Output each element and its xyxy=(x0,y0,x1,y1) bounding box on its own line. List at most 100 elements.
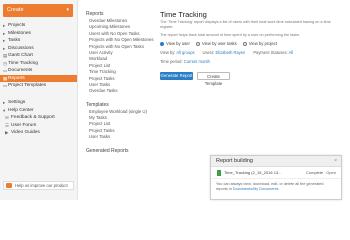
sidebar-item-projects[interactable]: ▸ Projects xyxy=(0,22,77,30)
sidebar-item-label: Tasks xyxy=(8,38,21,43)
panel-title: Report building xyxy=(216,158,253,164)
radio-label: View by project xyxy=(248,41,278,46)
discussions-icon: ▸ xyxy=(3,45,6,51)
feedback-icon xyxy=(6,183,12,188)
sidebar-item-reports[interactable]: ▦ Reports xyxy=(0,74,77,82)
open-file-link[interactable]: Open xyxy=(326,167,336,179)
radio-label: View by user xyxy=(166,41,190,46)
user-filter[interactable]: Users: Elizabeth Rayen xyxy=(203,50,246,55)
sidebar-item-label: Project Templates xyxy=(8,83,47,88)
radio-view-by-project[interactable]: View by project xyxy=(242,41,278,46)
sidebar-item-label: Settings xyxy=(8,100,26,105)
sidebar-item-label: Reports xyxy=(8,75,25,81)
sidebar-nav: ▸ Projects ▸ Milestones ▸ Tasks ▸ Discussion… xyxy=(0,22,77,90)
sidebar-item-video-guides[interactable]: ▶ Video Guides xyxy=(0,129,77,137)
project-templates-icon: ▭ xyxy=(3,83,8,88)
reports-icon: ▦ xyxy=(3,75,8,81)
sidebar-item-label: Time Tracking xyxy=(8,60,38,66)
view-mode-group: View by user View by user tasks View by … xyxy=(160,41,345,46)
action-buttons: Generate Report Create Template xyxy=(160,72,345,86)
radio-unchecked-icon xyxy=(195,41,200,46)
radio-label: View by user tasks xyxy=(201,41,237,46)
generated-reports-title[interactable]: Generated Reports xyxy=(86,147,152,155)
documents-icon: ▭ xyxy=(3,68,8,73)
main-content: Time Tracking The 'Time Tracking' report… xyxy=(160,10,345,86)
reports-column: Reports Overdue Milestones Upcoming Mile… xyxy=(86,10,153,155)
view-by-filter[interactable]: View by: All groups xyxy=(160,50,195,55)
video-icon: ▶ xyxy=(5,130,9,135)
view-by-label: View by: xyxy=(160,50,176,55)
help-improve-label: Help us improve our product xyxy=(15,183,68,188)
filters-row: View by: All groups Users: Elizabeth Ray… xyxy=(160,50,345,55)
user-value: Elizabeth Rayen xyxy=(215,50,246,55)
time-period-filter[interactable]: Time period: Current month xyxy=(160,59,210,64)
radio-view-by-user-tasks[interactable]: View by user tasks xyxy=(195,41,237,46)
sidebar: Create ▾ ▸ Projects ▸ Milestones ▸ Tasks ▸ D… xyxy=(0,0,78,200)
payment-filter[interactable]: Payment Statuses: All xyxy=(253,50,293,55)
sidebar-item-discussions[interactable]: ▸ Discussions xyxy=(0,45,77,53)
payment-label: Payment Statuses: xyxy=(253,50,288,55)
tasks-icon: ▸ xyxy=(3,38,6,43)
report-item[interactable]: Projects with No Open Tasks xyxy=(86,44,152,50)
radio-view-by-user[interactable]: View by user xyxy=(160,41,190,46)
generate-report-button[interactable]: Generate Report xyxy=(160,72,193,80)
close-icon[interactable]: × xyxy=(334,156,337,167)
feedback-icon: ✉ xyxy=(5,115,9,120)
sidebar-bottom-nav: ▸ Settings ▾ Help Center ✉ Feedback & Suppo… xyxy=(0,99,77,137)
sidebar-item-label: Discussions xyxy=(8,45,34,51)
view-by-value: All groups xyxy=(176,50,195,55)
sidebar-item-tasks[interactable]: ▸ Tasks xyxy=(0,37,77,45)
report-building-panel: Report building × Time_Tracking (2_15_20… xyxy=(210,155,342,200)
forum-icon: ☰ xyxy=(5,122,10,128)
help-improve-box[interactable]: Help us improve our product xyxy=(3,181,74,190)
sidebar-item-time-tracking[interactable]: ◷ Time Tracking xyxy=(0,60,77,68)
panel-header: Report building × xyxy=(211,156,341,167)
sidebar-item-documents[interactable]: ▭ Documents xyxy=(0,67,77,75)
projects-icon: ▸ xyxy=(3,23,6,28)
payment-value: All xyxy=(288,50,294,55)
panel-note: You can always view, download, edit, or … xyxy=(211,179,341,195)
sidebar-item-gantt[interactable]: ▤ Gantt Chart xyxy=(0,52,77,60)
time-period-label: Time period: xyxy=(160,59,183,64)
radio-unchecked-icon xyxy=(242,41,247,46)
sidebar-item-project-templates[interactable]: ▭ Project Templates xyxy=(0,82,77,90)
file-name[interactable]: Time_Tracking (2_15_2016 13... xyxy=(224,167,282,179)
sidebar-item-milestones[interactable]: ▸ Milestones xyxy=(0,30,77,38)
file-status: Complete xyxy=(306,170,324,175)
sidebar-item-label: Projects xyxy=(8,23,26,28)
sidebar-item-label: Help Center xyxy=(8,107,34,113)
report-item[interactable]: Projects with No Open Milestones xyxy=(86,37,153,43)
sidebar-item-help-center[interactable]: ▾ Help Center xyxy=(0,107,77,115)
generated-file-row: Time_Tracking (2_15_2016 13... Complete … xyxy=(211,167,341,179)
sidebar-item-user-forum[interactable]: ☰ User Forum xyxy=(0,122,77,130)
time-tracking-icon: ◷ xyxy=(3,60,7,66)
create-label: Create xyxy=(7,7,24,13)
report-description: The 'Time Tracking' report displays a li… xyxy=(160,20,331,29)
spreadsheet-file-icon xyxy=(217,170,221,176)
sidebar-item-label: Documents xyxy=(8,68,33,73)
create-template-button[interactable]: Create Template xyxy=(197,72,230,86)
milestones-icon: ▸ xyxy=(3,30,6,36)
report-item[interactable]: Overdue Tasks xyxy=(86,88,152,94)
page-title: Time Tracking xyxy=(160,10,207,19)
sidebar-item-label: Video Guides xyxy=(11,130,40,135)
my-documents-link[interactable]: Documents/My Documents xyxy=(233,187,279,191)
period-row: Time period: Current month xyxy=(160,59,345,64)
sidebar-item-label: User Forum xyxy=(11,122,37,128)
settings-icon: ▸ xyxy=(3,100,6,105)
reports-section-title: Reports xyxy=(86,11,104,17)
template-item[interactable]: User Tasks xyxy=(86,134,152,140)
report-description-2: The report helps track total amount of t… xyxy=(160,33,301,37)
sidebar-item-settings[interactable]: ▸ Settings xyxy=(0,99,77,107)
sidebar-item-label: Feedback & Support xyxy=(11,115,55,120)
chevron-down-icon: ▾ xyxy=(66,7,69,13)
sidebar-item-label: Milestones xyxy=(8,30,31,36)
radio-checked-icon xyxy=(160,41,164,46)
create-button[interactable]: Create ▾ xyxy=(3,4,73,17)
sidebar-item-feedback[interactable]: ✉ Feedback & Support xyxy=(0,114,77,122)
sidebar-item-label: Gantt Chart xyxy=(8,53,33,58)
time-period-value: Current month xyxy=(183,59,210,64)
help-icon: ▾ xyxy=(3,107,6,113)
gantt-icon: ▤ xyxy=(3,53,8,58)
user-label: Users: xyxy=(202,50,215,55)
